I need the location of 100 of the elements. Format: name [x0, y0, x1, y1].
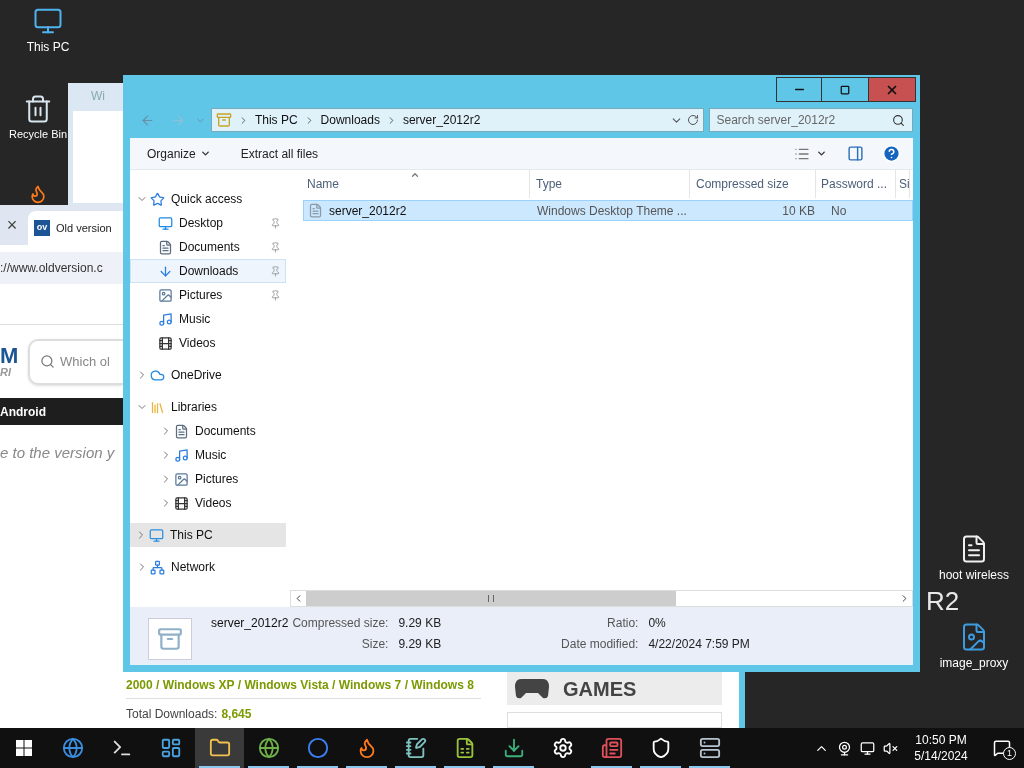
- nav-item[interactable]: Desktop: [130, 211, 286, 235]
- desktop-icon-label[interactable]: hoot wireless: [939, 566, 1009, 584]
- nav-item[interactable]: Documents: [130, 235, 286, 259]
- nav-item[interactable]: Music: [130, 443, 286, 467]
- nav-item[interactable]: Music: [130, 307, 286, 331]
- clock[interactable]: 10:50 PM 5/14/2024: [902, 728, 980, 768]
- downloads-count: 8,645: [221, 706, 252, 723]
- refresh-icon[interactable]: [686, 114, 699, 126]
- detail-value: 0%: [648, 615, 667, 632]
- network-status-icon[interactable]: [860, 740, 875, 756]
- folder-icon: [208, 737, 231, 759]
- favicon: ov: [34, 220, 50, 236]
- document-icon: [174, 423, 189, 439]
- monitor-icon: [158, 215, 173, 231]
- file-cell-text: 10 KB: [781, 202, 815, 220]
- nav-item[interactable]: Pictures: [130, 467, 286, 491]
- search-icon: [40, 354, 55, 369]
- taskbar-app-button[interactable]: [195, 728, 244, 768]
- desktop-icon-label[interactable]: Recycle Bin: [8, 126, 68, 143]
- horizontal-scrollbar[interactable]: [290, 590, 913, 607]
- file-cell-text: No: [830, 202, 848, 220]
- detail-label: Compressed size:: [292, 615, 389, 632]
- file-row[interactable]: server_2012r2 Windows Desktop Theme ... 10 KB No: [303, 200, 913, 221]
- help-icon[interactable]: [882, 144, 901, 163]
- globe-icon: [61, 737, 84, 759]
- file-cell-text: Windows Desktop Theme ...: [537, 202, 688, 220]
- maximize-icon: [840, 84, 850, 95]
- action-center-button[interactable]: 1: [980, 728, 1024, 768]
- detail-value: 9.29 KB: [398, 615, 443, 632]
- browser-tab[interactable]: ov Old version: [28, 211, 123, 245]
- star-icon: [150, 191, 165, 207]
- monitor-icon: [149, 527, 164, 543]
- file-cell-text: server_2012r2: [329, 202, 408, 220]
- newspaper-icon: [600, 737, 623, 759]
- breadcrumb-item[interactable]: server_2012r2: [402, 111, 481, 129]
- search-field[interactable]: Search server_2012r2: [708, 108, 913, 132]
- cloud-icon: [150, 367, 165, 383]
- control-panel-icon: [159, 737, 182, 759]
- detail-label: Size:: [360, 636, 389, 653]
- column-header[interactable]: Type: [530, 170, 690, 198]
- zip-file-thumbnail-icon: [148, 618, 192, 660]
- category-card[interactable]: GAMES: [507, 672, 722, 705]
- downloads-label: Total Downloads:: [126, 706, 218, 723]
- webcam-icon[interactable]: [837, 740, 852, 756]
- breadcrumb-item[interactable]: Downloads: [320, 111, 380, 129]
- notification-count: 1: [1003, 747, 1016, 760]
- circle-icon: [306, 737, 329, 759]
- speaker-muted-icon[interactable]: [883, 740, 898, 756]
- window-title: Wi: [91, 88, 105, 105]
- detail-value: 4/22/2024 7:59 PM: [648, 636, 750, 653]
- picture-icon: [158, 287, 173, 303]
- column-header[interactable]: Password ...: [816, 170, 896, 198]
- detail-label: Date modified:: [560, 636, 639, 653]
- nav-item[interactable]: Pictures: [130, 283, 286, 307]
- gamepad-icon: [515, 678, 549, 699]
- nav-item[interactable]: Network: [130, 555, 286, 579]
- library-icon: [150, 399, 165, 415]
- caret-icon[interactable]: [816, 148, 827, 159]
- nav-item[interactable]: Videos: [130, 331, 286, 355]
- globe-icon: [257, 737, 280, 759]
- column-header[interactable]: Compressed size: [690, 170, 816, 198]
- site-nav-link[interactable]: Android: [0, 402, 46, 421]
- desktop-icon-label[interactable]: This PC: [26, 38, 70, 56]
- scrollbar-thumb[interactable]: [306, 591, 676, 606]
- nav-item[interactable]: Quick access: [130, 187, 286, 211]
- trash-icon[interactable]: [23, 94, 53, 124]
- nav-item[interactable]: Libraries: [130, 395, 286, 419]
- nav-item[interactable]: Documents: [130, 419, 286, 443]
- desktop-icon-label[interactable]: image_proxy: [939, 654, 1009, 672]
- film-icon: [174, 495, 189, 511]
- wallpaper-text: R2: [926, 588, 960, 614]
- file-icon: [308, 203, 323, 218]
- column-header[interactable]: Si: [896, 170, 910, 198]
- address-bar[interactable]: This PC Downloads server_2012r2: [210, 108, 704, 132]
- minimize-button[interactable]: [776, 77, 822, 102]
- address-bar[interactable]: ://www.oldversion.c: [0, 251, 123, 284]
- zip-folder-icon: [215, 112, 232, 128]
- flame-icon[interactable]: [28, 184, 48, 204]
- toolbar-button[interactable]: Extract all files: [240, 144, 319, 163]
- music-note-icon: [174, 447, 189, 463]
- down-arrow-icon: [158, 263, 173, 279]
- notifications-icon: [993, 739, 1011, 757]
- caret-icon: [199, 148, 211, 159]
- nav-item[interactable]: Videos: [130, 491, 286, 515]
- monitor-icon[interactable]: [33, 6, 63, 36]
- detail-value: 9.29 KB: [398, 636, 443, 653]
- tab-close-button[interactable]: ×: [0, 205, 24, 245]
- music-note-icon: [158, 311, 173, 327]
- server-icon: [698, 737, 721, 759]
- nav-item[interactable]: This PC: [130, 523, 286, 547]
- close-button[interactable]: [868, 77, 916, 102]
- column-header[interactable]: Name: [300, 170, 530, 198]
- breadcrumb-item[interactable]: This PC: [254, 111, 298, 129]
- nav-item[interactable]: Downloads: [130, 259, 286, 283]
- download-icon: [502, 737, 525, 759]
- preview-pane-icon[interactable]: [847, 145, 864, 162]
- network-icon: [150, 559, 165, 575]
- detail-label: Ratio:: [606, 615, 639, 632]
- toolbar-button[interactable]: Organize: [147, 144, 211, 163]
- nav-item[interactable]: OneDrive: [130, 363, 286, 387]
